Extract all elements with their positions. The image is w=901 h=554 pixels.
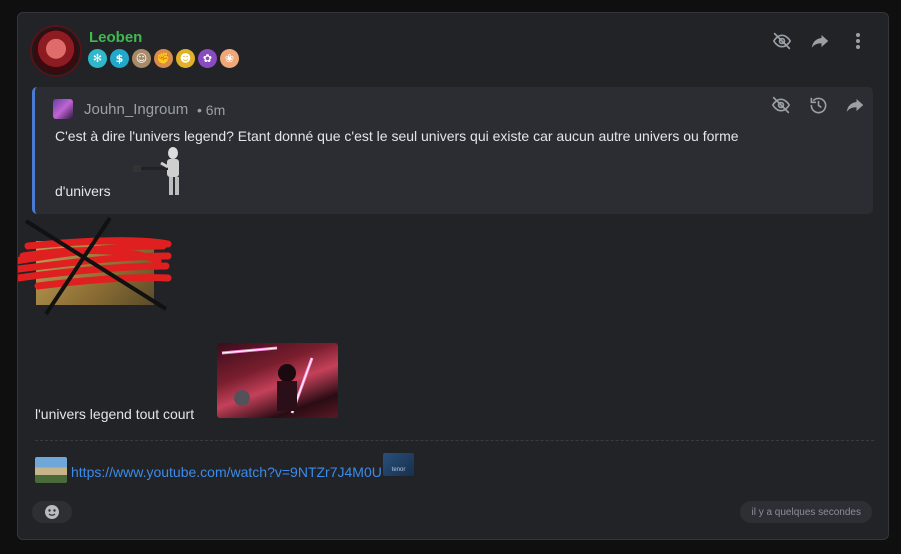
muscle-badge-icon[interactable]: ✊ — [154, 49, 173, 68]
history-icon[interactable] — [808, 95, 828, 115]
quoted-message: Jouhn_Ingroum • 6m C'est à dire l'univer… — [32, 87, 873, 214]
divider — [35, 440, 874, 441]
post-actions — [772, 31, 868, 51]
quote-text-continued: d'univers — [55, 183, 111, 199]
link-preview-thumbnail[interactable] — [35, 457, 67, 483]
quote-author-name[interactable]: Jouhn_Ingroum — [84, 101, 188, 118]
quote-actions — [771, 95, 865, 115]
hide-icon[interactable] — [772, 31, 792, 51]
message-text: l'univers legend tout court — [35, 406, 195, 422]
badge-list: ✻ $ ☺ ✊ ☻ ✿ ❀ — [88, 49, 239, 68]
share-icon[interactable] — [845, 95, 865, 115]
add-reaction-button[interactable] — [32, 501, 72, 523]
author-username[interactable]: Leoben — [89, 29, 142, 46]
lightsaber-gif-image[interactable] — [217, 343, 338, 418]
youtube-link[interactable]: https://www.youtube.com/watch?v=9NTZr7J4… — [71, 464, 382, 480]
quote-text: C'est à dire l'univers legend? Etant don… — [55, 128, 739, 144]
purple-monster-badge-icon[interactable]: ✿ — [198, 49, 217, 68]
more-options-icon[interactable] — [848, 31, 868, 51]
snowflake-badge-icon[interactable]: ✻ — [88, 49, 107, 68]
share-icon[interactable] — [810, 31, 830, 51]
hide-icon[interactable] — [771, 95, 791, 115]
tenor-gif-thumbnail[interactable]: tenor — [383, 453, 414, 476]
author-avatar[interactable] — [32, 27, 80, 75]
smiley-icon — [45, 505, 59, 519]
post-timestamp: il y a quelques secondes — [740, 501, 872, 523]
post-card: Leoben ✻$☺✊☻✿❀ Jouhn_Ingroum • 6m — [17, 12, 889, 540]
tenor-label: tenor — [391, 467, 406, 473]
crossed-out-image — [18, 216, 178, 316]
quote-time: • 6m — [197, 102, 226, 118]
gnome-badge-icon[interactable]: ☺ — [132, 49, 151, 68]
smiley-badge-icon[interactable]: ☻ — [176, 49, 195, 68]
quote-author-avatar[interactable] — [53, 99, 73, 119]
girl-face-badge-icon[interactable]: ❀ — [220, 49, 239, 68]
dollar-badge-icon[interactable]: $ — [110, 49, 129, 68]
stormtrooper-sticker-image — [131, 145, 191, 197]
